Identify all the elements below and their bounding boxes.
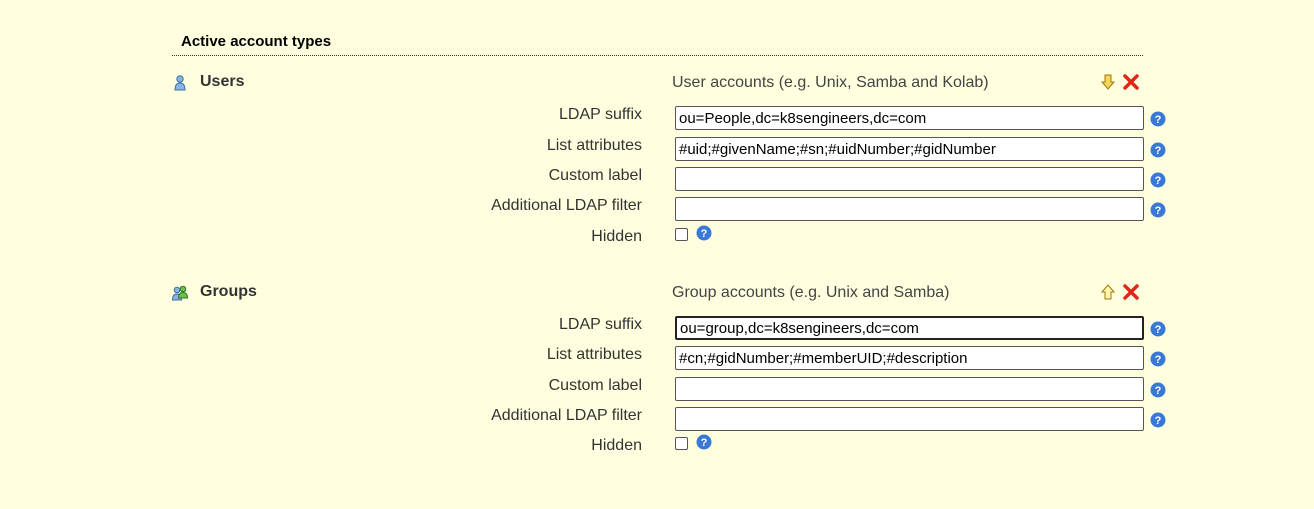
account-type-name: Groups: [200, 283, 257, 300]
ldap-suffix-input[interactable]: [675, 106, 1144, 130]
svg-text:?: ?: [1155, 114, 1162, 126]
group-icon: [171, 284, 189, 302]
additional-filter-label: Additional LDAP filter: [491, 407, 642, 424]
arrow-down-icon[interactable]: [1100, 73, 1116, 91]
list-attributes-label: List attributes: [546, 346, 642, 363]
svg-text:?: ?: [1155, 205, 1162, 217]
account-type-description: Group accounts (e.g. Unix and Samba): [672, 284, 950, 301]
account-type-name: Users: [200, 73, 245, 90]
custom-label-input[interactable]: [675, 377, 1144, 401]
svg-text:?: ?: [1155, 385, 1162, 397]
hidden-label: Hidden: [591, 228, 642, 245]
ldap-suffix-input[interactable]: [675, 316, 1144, 340]
list-attributes-label: List attributes: [546, 137, 642, 154]
svg-text:?: ?: [1155, 324, 1162, 336]
additional-filter-input[interactable]: [675, 197, 1144, 221]
ldap-suffix-label: LDAP suffix: [558, 106, 642, 123]
help-icon[interactable]: ?: [1150, 111, 1166, 127]
svg-text:?: ?: [1155, 145, 1162, 157]
help-icon[interactable]: ?: [696, 225, 712, 241]
svg-text:?: ?: [1155, 415, 1162, 427]
hidden-checkbox[interactable]: [675, 437, 688, 450]
list-attributes-input[interactable]: [675, 346, 1144, 370]
section-title: Active account types: [181, 33, 332, 50]
help-icon[interactable]: ?: [1150, 382, 1166, 398]
additional-filter-label: Additional LDAP filter: [491, 197, 642, 214]
delete-icon[interactable]: [1122, 73, 1140, 91]
user-icon: [171, 74, 189, 92]
arrow-up-icon[interactable]: [1100, 283, 1116, 301]
list-attributes-input[interactable]: [675, 137, 1144, 161]
hidden-checkbox[interactable]: [675, 228, 688, 241]
help-icon[interactable]: ?: [1150, 172, 1166, 188]
delete-icon[interactable]: [1122, 283, 1140, 301]
custom-label-input[interactable]: [675, 167, 1144, 191]
additional-filter-input[interactable]: [675, 407, 1144, 431]
svg-text:?: ?: [701, 437, 708, 449]
account-type-description: User accounts (e.g. Unix, Samba and Kola…: [672, 74, 989, 91]
custom-label-label: Custom label: [548, 377, 642, 394]
ldap-suffix-label: LDAP suffix: [558, 316, 642, 333]
hidden-label: Hidden: [591, 437, 642, 454]
section-divider: [172, 55, 1143, 56]
help-icon[interactable]: ?: [696, 434, 712, 450]
help-icon[interactable]: ?: [1150, 351, 1166, 367]
help-icon[interactable]: ?: [1150, 412, 1166, 428]
svg-text:?: ?: [1155, 175, 1162, 187]
help-icon[interactable]: ?: [1150, 202, 1166, 218]
help-icon[interactable]: ?: [1150, 142, 1166, 158]
custom-label-label: Custom label: [548, 167, 642, 184]
svg-text:?: ?: [1155, 354, 1162, 366]
help-icon[interactable]: ?: [1150, 321, 1166, 337]
svg-text:?: ?: [701, 228, 708, 240]
